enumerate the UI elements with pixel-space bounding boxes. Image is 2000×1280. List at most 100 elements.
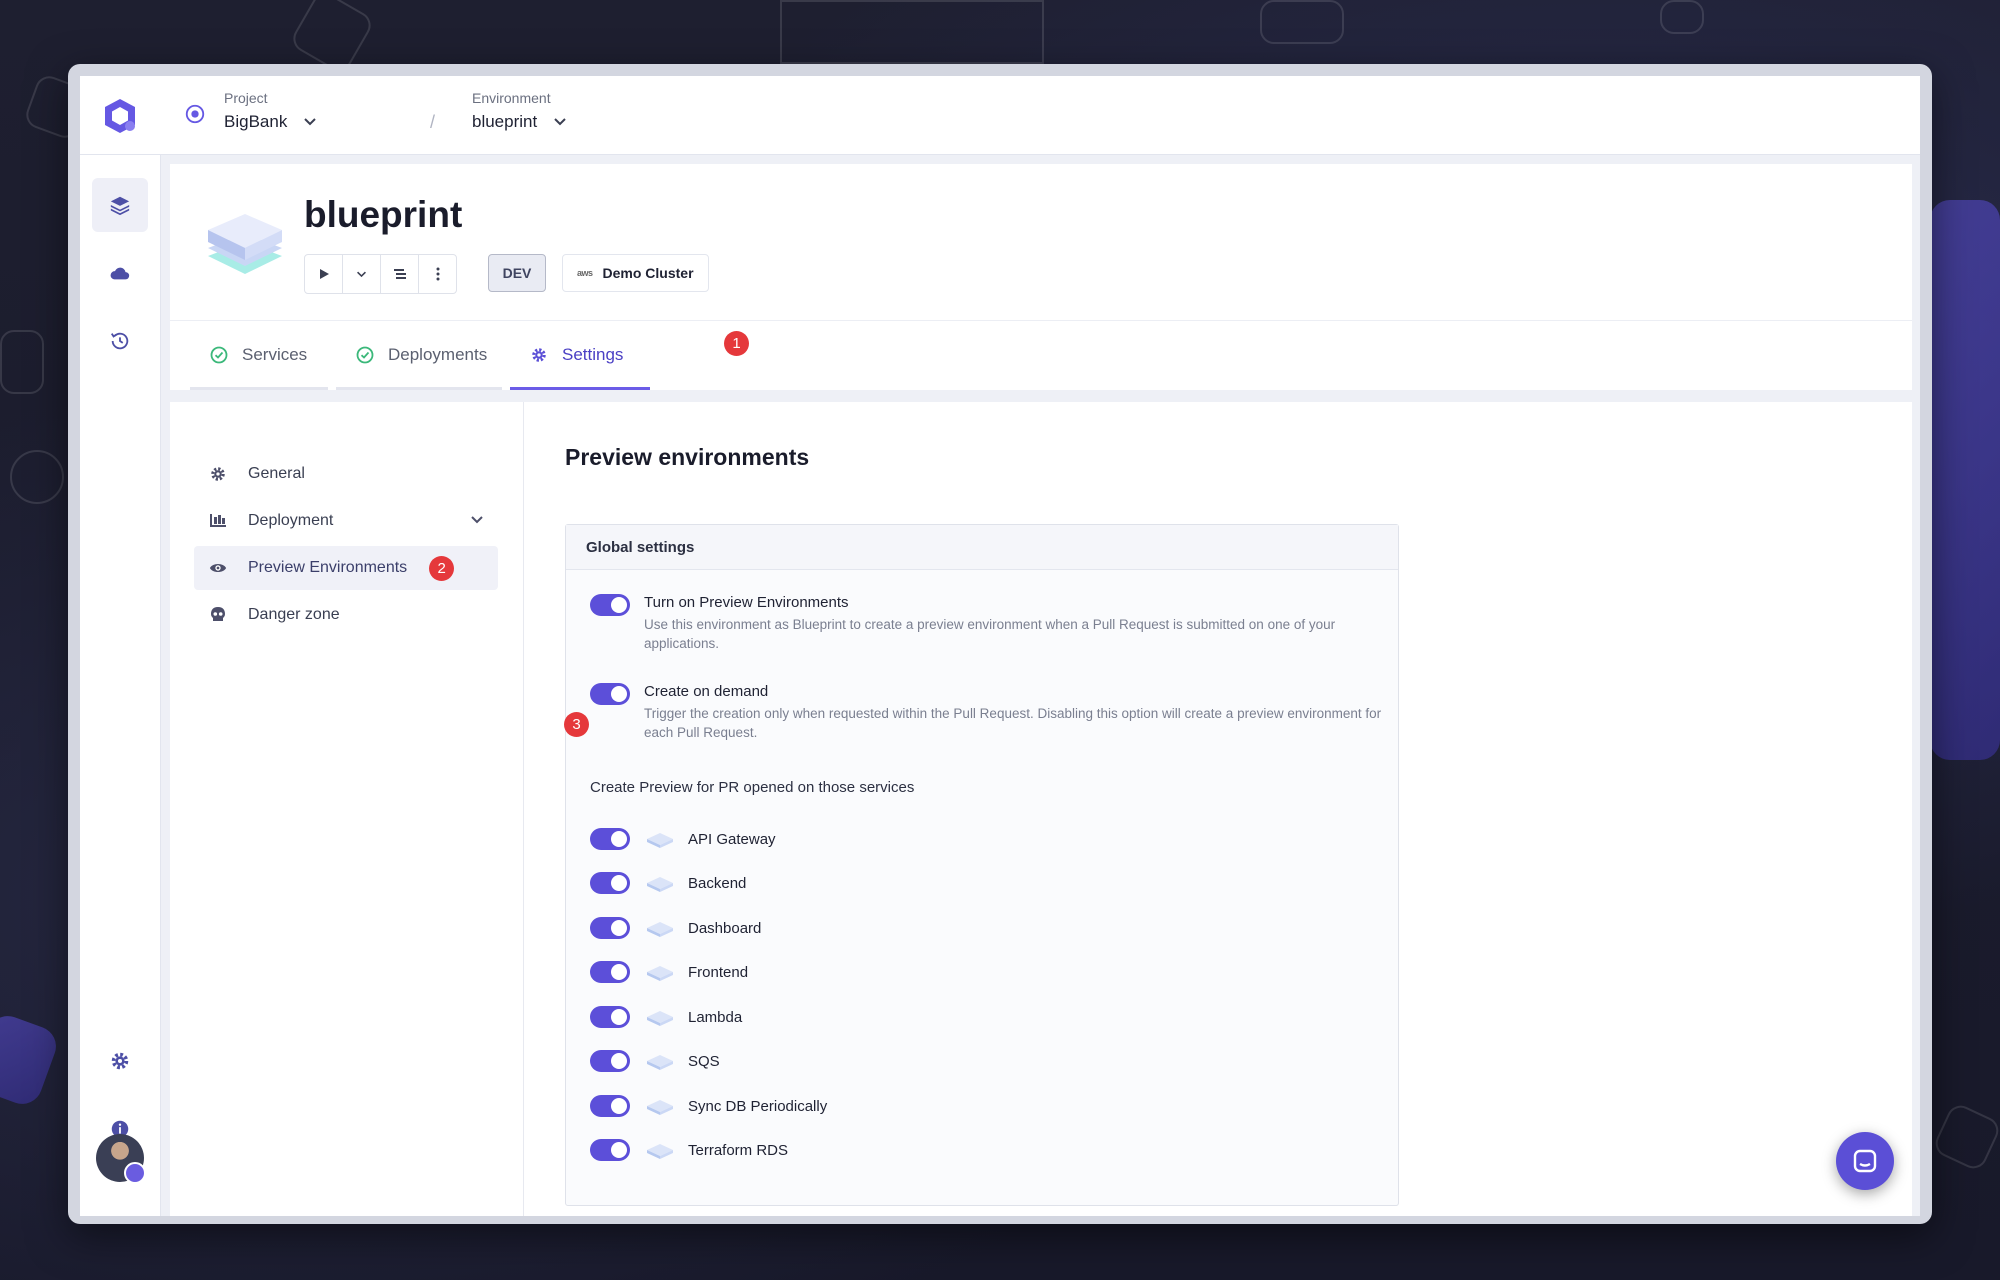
history-icon: [110, 332, 129, 350]
skull-icon: [211, 607, 225, 621]
deploy-button[interactable]: [305, 255, 343, 293]
service-name: Terraform RDS: [688, 1141, 789, 1159]
settings-subnav: General Deployment Preview Environments …: [170, 402, 524, 1216]
service-toggle[interactable]: [590, 961, 630, 983]
option-title: Create on demand: [644, 683, 769, 700]
environment-stack-icon: [208, 214, 282, 274]
subnav-item-label: Preview Environments: [248, 559, 408, 576]
eye-icon: [209, 563, 227, 573]
tab-underline: [190, 387, 328, 390]
project-selector[interactable]: Project BigBank: [224, 90, 317, 132]
step-badge: 3: [564, 712, 589, 737]
rail-cloud-button[interactable]: [92, 246, 148, 300]
avatar-org-badge: [124, 1162, 146, 1184]
environment-actions: [304, 254, 457, 294]
service-row: Lambda: [590, 1005, 742, 1029]
settings-icon: [111, 1052, 129, 1070]
turn-on-preview-toggle[interactable]: [590, 594, 630, 616]
service-icon: [647, 877, 673, 892]
cluster-badge[interactable]: aws Demo Cluster: [562, 254, 709, 292]
services-section-label: Create Preview for PR opened on those se…: [590, 779, 915, 796]
project-name: BigBank: [224, 112, 288, 131]
service-toggle[interactable]: [590, 1050, 630, 1072]
subnav-item-label: General: [248, 465, 305, 482]
option-description: Trigger the creation only when requested…: [644, 706, 1382, 740]
rail-environments-button[interactable]: [92, 178, 148, 232]
tab-services-label: Services: [242, 345, 308, 364]
qovery-logo-icon[interactable]: [100, 96, 140, 136]
background-shape: [0, 1010, 62, 1110]
service-toggle[interactable]: [590, 917, 630, 939]
more-actions-button[interactable]: [419, 255, 456, 293]
service-row: Sync DB Periodically: [590, 1094, 827, 1118]
service-icon: [647, 1100, 673, 1115]
subnav-item-danger-zone[interactable]: Danger zone: [194, 593, 498, 637]
option-description: Use this environment as Blueprint to cre…: [644, 617, 1336, 651]
deploy-options-dropdown[interactable]: [343, 255, 381, 293]
project-label: Project: [224, 90, 268, 106]
cloud-icon: [110, 267, 130, 280]
service-icon: [647, 1011, 673, 1026]
create-on-demand-toggle[interactable]: [590, 683, 630, 705]
check-circle-icon: [356, 346, 374, 364]
preview-environments-panel: Preview environments Global settings Tur…: [523, 402, 1912, 1216]
aws-icon: aws: [577, 268, 593, 278]
service-name: Sync DB Periodically: [688, 1097, 828, 1115]
settings-content: General Deployment Preview Environments …: [170, 402, 1912, 1216]
step-badge: 1: [724, 331, 749, 356]
cluster-name: Demo Cluster: [602, 265, 694, 281]
more-vertical-icon: [436, 267, 439, 281]
subnav-item-label: Deployment: [248, 512, 334, 529]
logs-icon: [393, 269, 406, 279]
tab-underline: [336, 387, 502, 390]
chat-icon: [1853, 1149, 1877, 1173]
chevron-down-icon: [357, 271, 366, 277]
background-shape: [0, 330, 44, 394]
subnav-item-preview-environments[interactable]: Preview Environments 2: [194, 546, 498, 590]
background-shape: [10, 450, 64, 504]
support-chat-button[interactable]: [1836, 1132, 1894, 1190]
service-toggle[interactable]: [590, 828, 630, 850]
background-shape: [1930, 200, 2000, 760]
left-rail: [80, 76, 161, 1216]
service-name: SQS: [688, 1052, 720, 1070]
service-toggle[interactable]: [590, 872, 630, 894]
service-toggle[interactable]: [590, 1006, 630, 1028]
service-name: Lambda: [688, 1008, 743, 1026]
environment-name: blueprint: [472, 112, 538, 131]
service-row: Frontend: [590, 960, 748, 984]
app-window: Project BigBank / Environment blueprint: [68, 64, 1932, 1224]
service-toggle[interactable]: [590, 1139, 630, 1161]
environment-label: Environment: [472, 90, 551, 106]
project-icon: [185, 104, 205, 124]
tab-deployments[interactable]: Deployments: [336, 320, 502, 390]
background-shape: [1931, 1101, 2000, 1173]
breadcrumb-separator: /: [430, 112, 436, 132]
page-title: Preview environments: [565, 444, 810, 470]
environment-title: blueprint: [304, 194, 463, 235]
service-row: Dashboard: [590, 916, 761, 940]
service-name: Dashboard: [688, 919, 762, 937]
subnav-item-general[interactable]: General: [194, 452, 498, 496]
rail-divider: [80, 154, 160, 155]
subnav-item-deployment[interactable]: Deployment: [194, 499, 498, 543]
background-shape: [1660, 0, 1704, 34]
service-toggle[interactable]: [590, 1095, 630, 1117]
global-settings-title: Global settings: [566, 525, 1398, 570]
environment-selector[interactable]: Environment blueprint: [472, 90, 567, 132]
chevron-down-icon: [304, 118, 317, 126]
rail-history-button[interactable]: [92, 314, 148, 368]
deployment-icon: [210, 514, 226, 527]
user-avatar[interactable]: [96, 1134, 146, 1184]
service-icon: [647, 966, 673, 981]
logs-button[interactable]: [381, 255, 419, 293]
service-icon: [647, 833, 673, 848]
environment-mode-badge: DEV: [488, 254, 546, 292]
service-icon: [647, 1144, 673, 1159]
tab-settings-label: Settings: [562, 345, 624, 364]
rail-settings-button[interactable]: [92, 1034, 148, 1088]
chevron-down-icon: [471, 516, 483, 524]
tab-services[interactable]: Services: [190, 320, 328, 390]
tab-settings[interactable]: Settings: [510, 320, 650, 390]
service-row: SQS: [590, 1049, 720, 1073]
